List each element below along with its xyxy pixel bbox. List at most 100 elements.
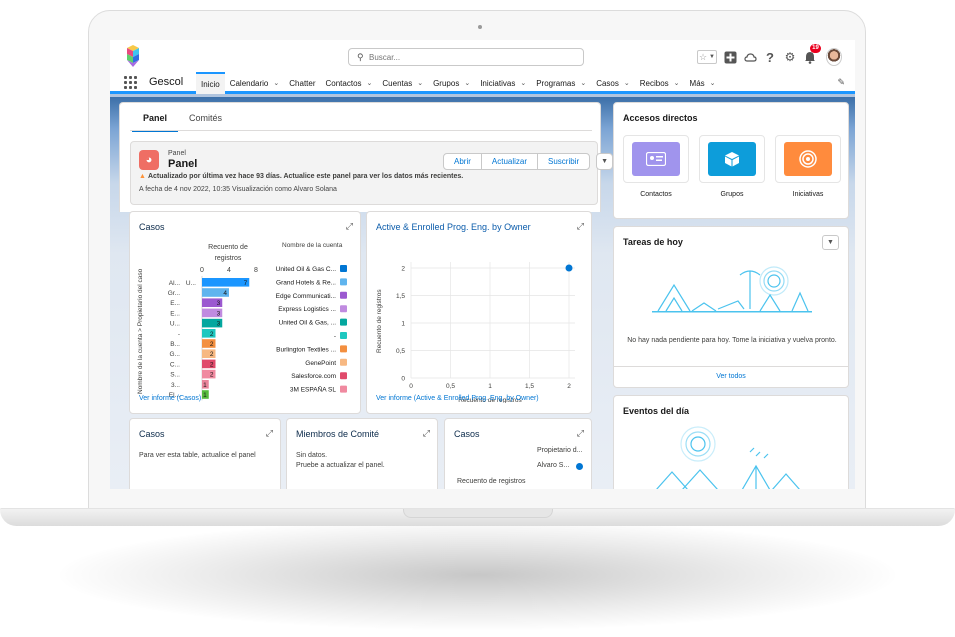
chevron-down-icon[interactable]: ⌄ xyxy=(624,79,630,87)
legend-label: Burlington Textiles ... xyxy=(276,346,336,353)
no-data-message: Sin datos. xyxy=(296,452,328,459)
casos-bar-chart: Recuento de registros 0 4 87 Al... U... 4 Gr... 3… xyxy=(137,242,347,401)
expand-icon[interactable]: ⤢ xyxy=(346,221,353,232)
legend-label: - xyxy=(334,333,336,340)
chevron-down-icon[interactable]: ⌄ xyxy=(417,79,423,87)
legend-label: United Oil & Gas C... xyxy=(276,266,337,273)
nav-tab-label: Casos xyxy=(596,78,619,88)
nav-tab-contactos[interactable]: Contactos ⌄ xyxy=(321,72,378,94)
legend-swatch[interactable] xyxy=(340,265,347,272)
legend-swatch[interactable] xyxy=(340,332,347,339)
expand-icon[interactable]: ⤢ xyxy=(266,428,273,439)
x-axis-title: Recuento de xyxy=(208,244,248,251)
legend-swatch[interactable] xyxy=(340,318,347,326)
chevron-down-icon[interactable]: ⌄ xyxy=(464,79,470,87)
view-report-link[interactable]: Ver informe (Casos) xyxy=(139,395,201,402)
nav-tab-inicio[interactable]: Inicio xyxy=(196,72,225,94)
trailhead-button[interactable] xyxy=(742,49,758,65)
laptop-shadow xyxy=(60,520,895,630)
legend-label: United Oil & Gas, ... xyxy=(279,320,337,327)
page-title: Panel xyxy=(168,158,198,170)
tasks-filter-button[interactable]: ▼ xyxy=(822,235,839,250)
nav-tab-recibos[interactable]: Recibos ⌄ xyxy=(635,72,685,94)
legend-swatch[interactable] xyxy=(340,372,347,380)
global-header: ⚲ ☆▼ ? ⚙ 19 xyxy=(110,40,855,72)
legend-swatch[interactable] xyxy=(340,385,347,393)
refresh-button[interactable]: Actualizar xyxy=(480,153,539,170)
expand-icon[interactable]: ⤢ xyxy=(423,428,430,439)
subcategory-label: U... xyxy=(186,280,196,287)
chevron-down-icon: ▼ xyxy=(709,54,715,60)
nav-tab-casos[interactable]: Casos ⌄ xyxy=(591,72,635,94)
cloud-icon xyxy=(743,52,757,62)
category-label: G... xyxy=(170,351,181,358)
nav-tab-label: Calendario xyxy=(229,78,269,88)
global-actions-button[interactable] xyxy=(722,49,738,65)
chevron-down-icon[interactable]: ⌄ xyxy=(273,79,279,87)
chevron-down-icon[interactable]: ⌄ xyxy=(580,79,586,87)
open-button[interactable]: Abrir xyxy=(443,153,482,170)
legend-swatch[interactable] xyxy=(340,345,347,353)
category-label: Gr... xyxy=(168,290,180,297)
beach-illustration xyxy=(652,266,812,313)
nav-tab-label: Cuentas xyxy=(382,78,413,88)
axis-label: Recuento de registros xyxy=(457,478,526,485)
nav-tab-label: Inicio xyxy=(201,79,220,89)
search-input[interactable] xyxy=(369,51,569,63)
shortcut-grupos[interactable] xyxy=(699,135,765,183)
edit-nav-pencil-icon[interactable]: ✎ xyxy=(837,77,845,88)
header-utilities: ☆ ▼ ? ⚙ 19 xyxy=(696,44,846,67)
camping-illustration xyxy=(656,426,800,489)
nav-tab-chatter[interactable]: Chatter xyxy=(284,72,320,94)
legend-swatch[interactable] xyxy=(340,358,347,366)
chevron-down-icon[interactable]: ⌄ xyxy=(367,79,373,87)
more-actions-button[interactable]: ▼ xyxy=(596,153,614,170)
legend-swatch[interactable] xyxy=(340,278,347,286)
y-axis-title: Recuento de registros xyxy=(376,289,383,353)
chevron-down-icon[interactable]: ⌄ xyxy=(674,79,680,87)
favorites-button[interactable]: ☆ ▼ xyxy=(696,49,718,65)
legend-label: Grand Hotels & Re... xyxy=(276,279,336,286)
nav-tab-cuentas[interactable]: Cuentas ⌄ xyxy=(377,72,428,94)
global-search[interactable]: ⚲ xyxy=(348,48,584,66)
chevron-down-icon[interactable]: ⌄ xyxy=(710,79,716,87)
nav-tab-iniciativas[interactable]: Iniciativas ⌄ xyxy=(475,72,531,94)
view-report-link[interactable]: Ver informe (Active & Enrolled Prog. Eng… xyxy=(376,395,539,402)
plus-box-icon xyxy=(724,51,736,63)
nav-tab-más[interactable]: Más ⌄ xyxy=(685,72,721,94)
subscribe-button[interactable]: Suscribir xyxy=(537,153,591,170)
shortcut-label: Iniciativas xyxy=(792,191,824,198)
view-all-link[interactable]: Ver todos xyxy=(614,373,848,380)
nav-tab-calendario[interactable]: Calendario ⌄ xyxy=(225,72,285,94)
bar-value-label: 3 xyxy=(217,321,221,328)
app-screen: ⚲ ☆▼ ? ⚙ 19 xyxy=(110,40,855,489)
scatter-point[interactable] xyxy=(565,264,573,272)
card-title: Eventos del día xyxy=(623,406,690,416)
bar[interactable] xyxy=(202,278,250,287)
card-title: Accesos directos xyxy=(623,113,698,123)
legend-swatch[interactable] xyxy=(340,291,347,299)
dashboard-card: Panel Comités ◕ Panel Panel ▲ Actualizado… xyxy=(119,102,614,212)
expand-icon[interactable]: ⤢ xyxy=(577,428,584,439)
target-icon xyxy=(784,142,832,176)
dashboard-icon: ◕ xyxy=(139,150,159,170)
legend-swatch[interactable] xyxy=(340,305,347,313)
bar-value-label: 1 xyxy=(203,392,207,399)
category-label: 3... xyxy=(171,382,180,389)
legend-label: Salesforce.com xyxy=(291,373,336,380)
user-avatar-button[interactable] xyxy=(826,48,842,66)
bar-value-label: 1 xyxy=(203,382,207,389)
setup-button[interactable]: ⚙ xyxy=(782,49,798,65)
active-scatter-chart: 000,50,5111,51,522Recuento de registrosR… xyxy=(376,262,575,403)
accesos-directos-card: Accesos directos Contactos Grupos Inicia… xyxy=(613,102,849,219)
app-launcher-icon[interactable] xyxy=(124,76,137,89)
shortcut-iniciativas[interactable] xyxy=(775,135,841,183)
notifications-button[interactable]: 19 xyxy=(802,44,821,65)
nav-tab-grupos[interactable]: Grupos ⌄ xyxy=(428,72,475,94)
nav-tab-programas[interactable]: Programas ⌄ xyxy=(531,72,591,94)
x-tick-label: 0 xyxy=(200,267,204,274)
shortcut-contactos[interactable] xyxy=(623,135,689,183)
help-button[interactable]: ? xyxy=(762,49,778,65)
chevron-down-icon[interactable]: ⌄ xyxy=(520,79,526,87)
expand-icon[interactable]: ⤢ xyxy=(577,221,584,232)
